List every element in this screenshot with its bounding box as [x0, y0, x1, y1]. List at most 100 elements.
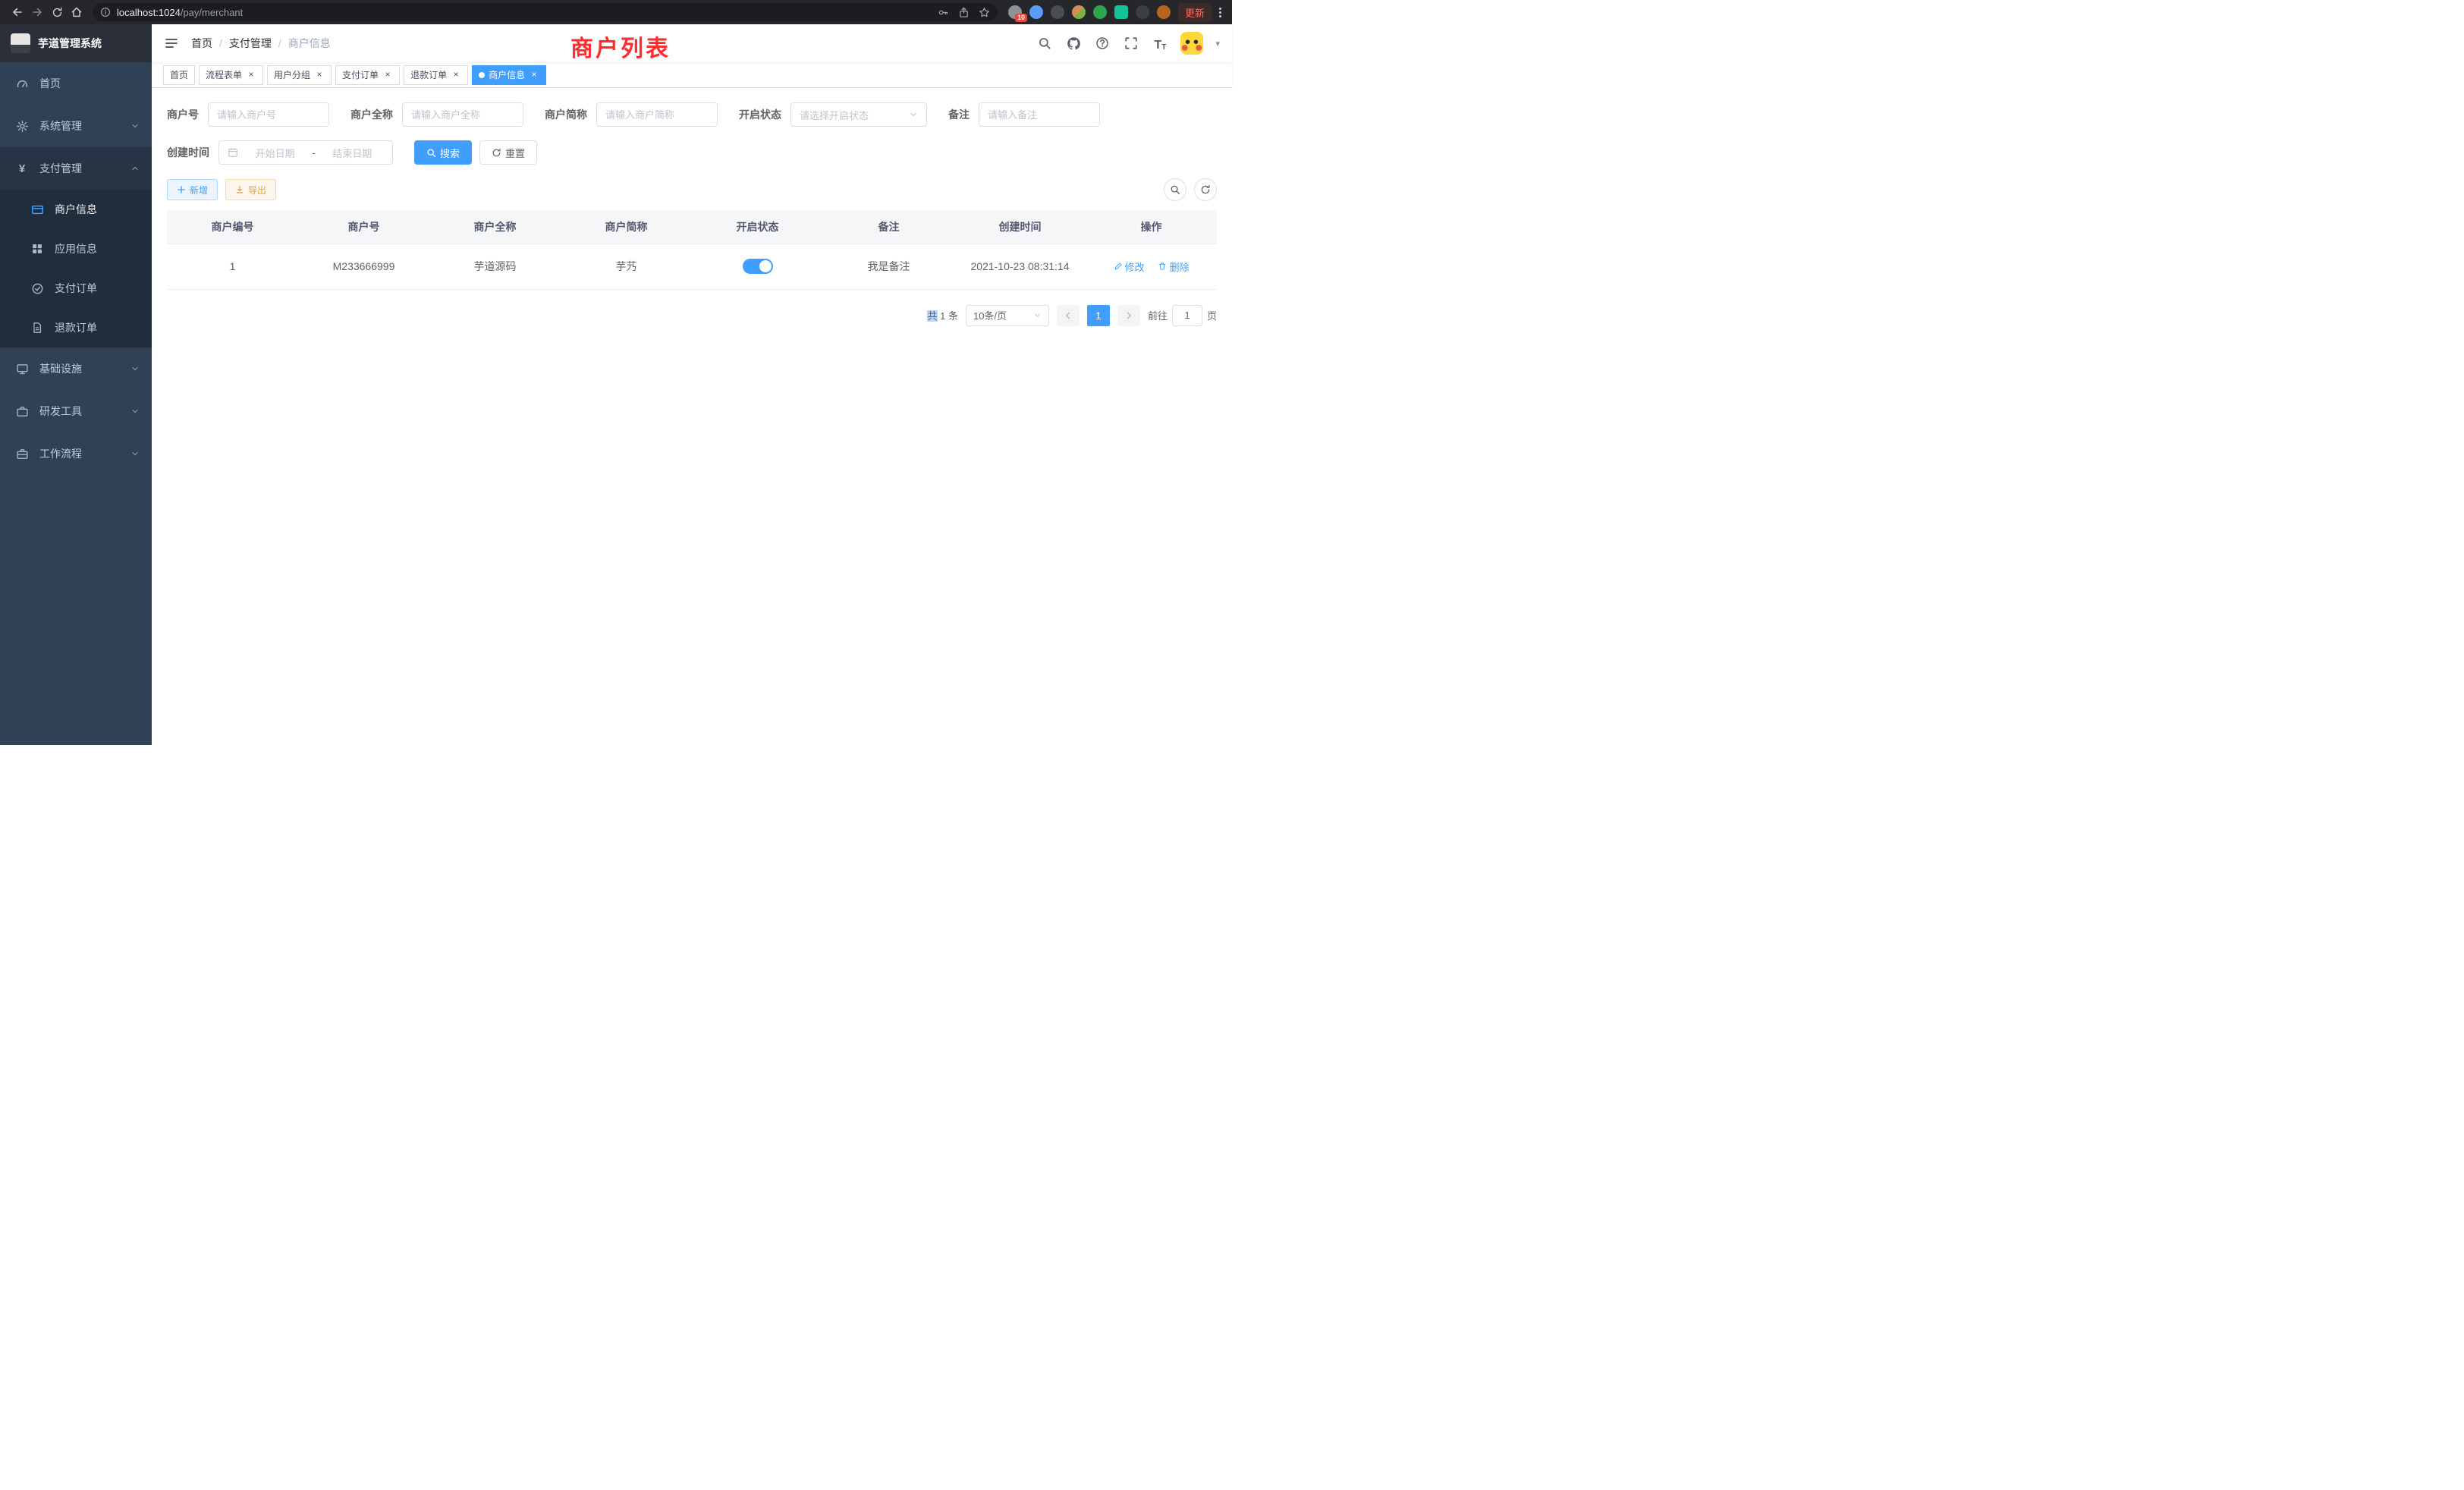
full-name-input-native[interactable]	[411, 109, 514, 121]
bookmark-star-icon[interactable]	[979, 7, 990, 18]
extension-icon[interactable]	[1029, 5, 1043, 19]
merchant-no-input[interactable]	[208, 102, 329, 127]
close-icon[interactable]: ×	[529, 70, 539, 80]
site-info-icon[interactable]	[100, 7, 111, 17]
breadcrumb-payment[interactable]: 支付管理	[229, 36, 272, 51]
extension-icon[interactable]	[1114, 5, 1128, 19]
extension-icon[interactable]	[1072, 5, 1086, 19]
full-name-input[interactable]	[402, 102, 523, 127]
pagination-total: 共 1 条	[927, 308, 957, 322]
sidebar-item-home[interactable]: 首页	[0, 62, 152, 105]
status-select[interactable]: 请选择开启状态	[790, 102, 927, 127]
status-toggle[interactable]	[743, 259, 773, 274]
tab-pay-order[interactable]: 支付订单 ×	[335, 65, 400, 85]
url-text: localhost:1024/pay/merchant	[117, 7, 932, 18]
page-size-select[interactable]: 10条/页	[966, 305, 1049, 326]
export-button[interactable]: 导出	[225, 179, 276, 200]
delete-link[interactable]: 删除	[1158, 259, 1189, 274]
field-create-time: 创建时间 开始日期 - 结束日期	[167, 140, 393, 165]
active-dot	[479, 72, 485, 78]
next-page-button[interactable]	[1117, 305, 1140, 326]
reset-button[interactable]: 重置	[479, 140, 537, 165]
toggle-search-button[interactable]	[1164, 178, 1186, 201]
field-remark: 备注	[948, 102, 1100, 127]
close-icon[interactable]: ×	[246, 70, 256, 80]
goto-page-input[interactable]	[1172, 305, 1202, 326]
user-caret-down-icon[interactable]: ▾	[1215, 39, 1220, 49]
profile-avatar-icon[interactable]	[1157, 5, 1171, 19]
hamburger-icon[interactable]	[164, 36, 179, 51]
sidebar-item-workflow[interactable]: 工作流程	[0, 432, 152, 475]
font-size-icon[interactable]: TT	[1152, 35, 1168, 52]
back-icon[interactable]	[8, 2, 27, 22]
tab-refund-order[interactable]: 退款订单 ×	[404, 65, 468, 85]
edit-link[interactable]: 修改	[1114, 259, 1145, 274]
remark-input[interactable]	[979, 102, 1100, 127]
close-icon[interactable]: ×	[382, 70, 393, 80]
breadcrumb-home[interactable]: 首页	[191, 36, 212, 51]
grid-icon	[30, 242, 44, 256]
chrome-update-button[interactable]: 更新	[1178, 3, 1212, 22]
browser-menu-icon[interactable]	[1216, 5, 1224, 20]
breadcrumb-separator: /	[278, 37, 281, 49]
page-content: 商户号 商户全称 商户简称	[152, 88, 1232, 745]
refresh-table-button[interactable]	[1194, 178, 1217, 201]
help-icon[interactable]	[1094, 35, 1111, 52]
forward-icon[interactable]	[27, 2, 47, 22]
reload-icon[interactable]	[47, 2, 67, 22]
sidebar-item-infrastructure[interactable]: 基础设施	[0, 347, 152, 390]
sidebar-item-refund-order[interactable]: 退款订单	[0, 308, 152, 347]
field-short-name: 商户简称	[545, 102, 718, 127]
share-icon[interactable]	[958, 7, 970, 18]
prev-page-button[interactable]	[1057, 305, 1080, 326]
pagination-goto: 前往 页	[1148, 305, 1217, 326]
sidebar-item-devtools[interactable]: 研发工具	[0, 390, 152, 432]
sidebar-submenu-payment: ¥ 支付管理 商户信息 应用信息	[0, 147, 152, 347]
col-short-name: 商户简称	[561, 210, 692, 244]
col-merchant-id: 商户编号	[167, 210, 298, 244]
gear-icon	[15, 119, 29, 133]
page-number-button[interactable]: 1	[1087, 305, 1110, 326]
add-button-label: 新增	[190, 184, 208, 196]
col-remark: 备注	[823, 210, 954, 244]
search-button[interactable]: 搜索	[414, 140, 472, 165]
short-name-input[interactable]	[596, 102, 718, 127]
chevron-up-icon	[130, 164, 140, 173]
extension-icon[interactable]	[1136, 5, 1149, 19]
tab-user-group[interactable]: 用户分组 ×	[267, 65, 332, 85]
cell-remark: 我是备注	[823, 244, 954, 289]
yen-icon: ¥	[15, 162, 29, 175]
password-key-icon[interactable]	[938, 7, 949, 18]
extension-icon[interactable]	[1093, 5, 1107, 19]
dashboard-icon	[15, 77, 29, 90]
create-time-range-picker[interactable]: 开始日期 - 结束日期	[218, 140, 393, 165]
field-label: 商户号	[167, 107, 199, 122]
sidebar-item-payment[interactable]: ¥ 支付管理	[0, 147, 152, 190]
sidebar-logo[interactable]: 芋道管理系统	[0, 24, 152, 62]
short-name-input-native[interactable]	[605, 109, 709, 121]
sidebar-item-system[interactable]: 系统管理	[0, 105, 152, 147]
sidebar-item-merchant-info[interactable]: 商户信息	[0, 190, 152, 229]
extension-icon[interactable]: 10	[1008, 5, 1022, 19]
fullscreen-icon[interactable]	[1123, 35, 1139, 52]
tab-home[interactable]: 首页	[163, 65, 195, 85]
tab-process-form[interactable]: 流程表单 ×	[199, 65, 263, 85]
github-icon[interactable]	[1065, 35, 1082, 52]
close-icon[interactable]: ×	[451, 70, 461, 80]
home-icon[interactable]	[67, 2, 86, 22]
merchant-table: 商户编号 商户号 商户全称 商户简称 开启状态 备注 创建时间 操作 1 M23…	[167, 210, 1217, 290]
extension-icon[interactable]	[1051, 5, 1064, 19]
close-icon[interactable]: ×	[314, 70, 325, 80]
user-avatar[interactable]	[1180, 32, 1203, 55]
sidebar-item-pay-order[interactable]: 支付订单	[0, 269, 152, 308]
delete-link-label: 删除	[1169, 259, 1189, 274]
address-bar[interactable]: localhost:1024/pay/merchant	[93, 3, 998, 21]
sidebar-item-app-info[interactable]: 应用信息	[0, 229, 152, 269]
cell-merchant-no: M233666999	[298, 244, 429, 289]
tab-merchant-info[interactable]: 商户信息 ×	[472, 65, 546, 85]
remark-input-native[interactable]	[988, 109, 1091, 121]
add-button[interactable]: 新增	[167, 179, 218, 200]
field-label: 创建时间	[167, 145, 209, 160]
search-icon[interactable]	[1036, 35, 1053, 52]
merchant-no-input-native[interactable]	[217, 109, 320, 121]
